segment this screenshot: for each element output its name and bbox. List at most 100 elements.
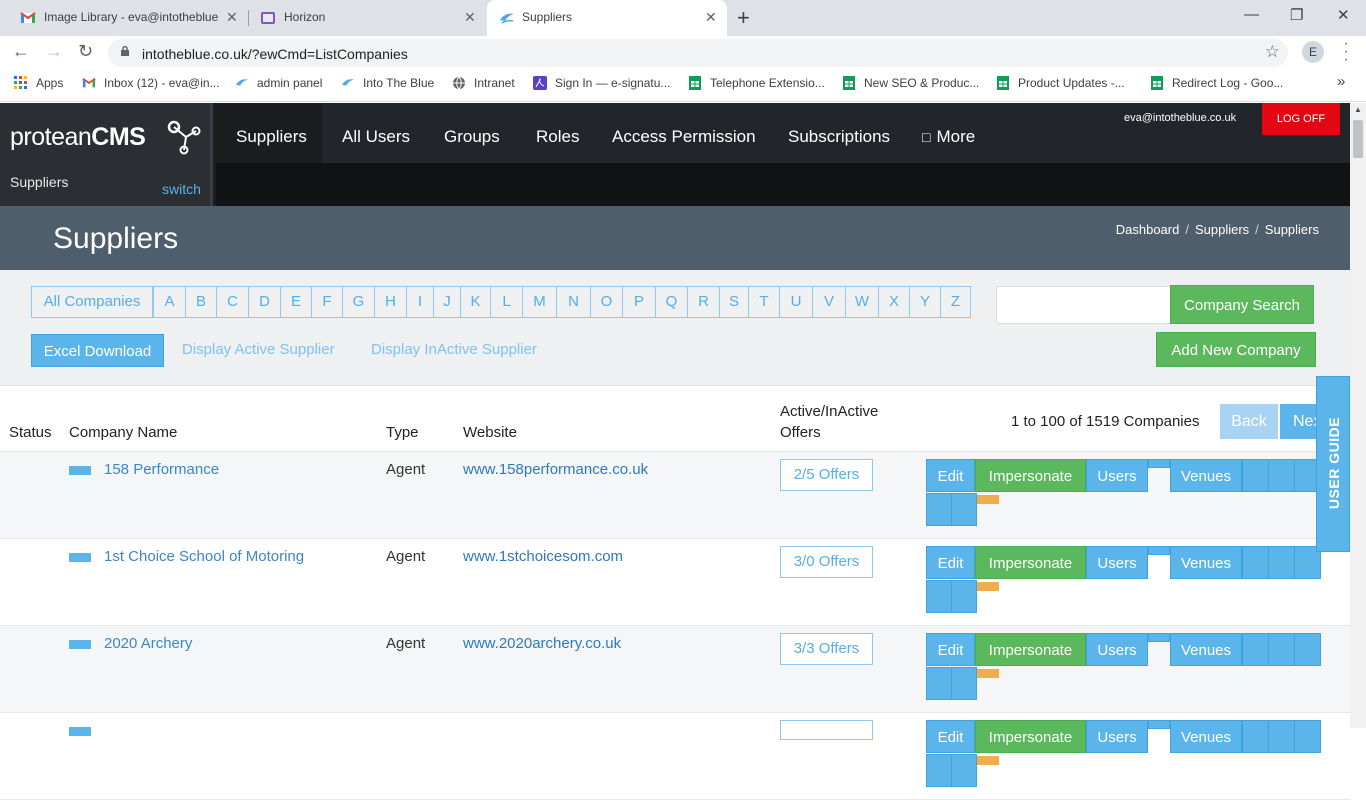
filter-letter-a[interactable]: A (153, 286, 186, 318)
action-button[interactable] (1148, 546, 1170, 555)
impersonate-button[interactable]: Impersonate (975, 546, 1086, 579)
filter-letter-i[interactable]: I (406, 286, 434, 318)
display-active-link[interactable]: Display Active Supplier (182, 341, 335, 358)
action-button[interactable] (1242, 720, 1269, 753)
filter-letter-g[interactable]: G (342, 286, 375, 318)
nav-suppliers[interactable]: Suppliers (216, 103, 322, 163)
company-name-link[interactable]: 158 Performance (104, 461, 219, 478)
bookmark-star-icon[interactable]: ☆ (1265, 42, 1280, 62)
back-button[interactable]: Back (1220, 404, 1278, 439)
filter-letter-b[interactable]: B (185, 286, 217, 318)
offers-button[interactable]: 3/0 Offers (780, 546, 873, 578)
bookmark-telephone[interactable]: Telephone Extensio... (688, 76, 825, 90)
action-button[interactable] (1268, 546, 1295, 579)
filter-letter-l[interactable]: L (490, 286, 523, 318)
bookmark-intranet[interactable]: Intranet (452, 76, 515, 90)
bookmark-new-seo[interactable]: New SEO & Produc... (842, 76, 979, 90)
users-button[interactable]: Users (1086, 546, 1148, 579)
nav-subscriptions[interactable]: Subscriptions (788, 103, 890, 163)
filter-letter-o[interactable]: O (590, 286, 623, 318)
filter-letter-p[interactable]: P (622, 286, 656, 318)
company-website-link[interactable]: www.2020archery.co.uk (463, 635, 621, 652)
tab-suppliers[interactable]: Suppliers ✕ (487, 0, 727, 36)
users-button[interactable]: Users (1086, 720, 1148, 753)
minimize-icon[interactable]: — (1244, 6, 1259, 23)
filter-letter-y[interactable]: Y (909, 286, 941, 318)
action-button[interactable] (1242, 633, 1269, 666)
action-button[interactable] (1268, 633, 1295, 666)
filter-letter-r[interactable]: R (687, 286, 720, 318)
scroll-up-arrow-icon[interactable]: ▲ (1354, 105, 1362, 114)
tab-horizon[interactable]: Horizon ✕ (240, 0, 486, 36)
offers-button[interactable]: 3/3 Offers (780, 633, 873, 665)
excel-download-button[interactable]: Excel Download (31, 334, 164, 367)
impersonate-button[interactable]: Impersonate (975, 459, 1086, 492)
offers-button[interactable]: 2/5 Offers (780, 459, 873, 491)
cms-logo[interactable]: proteanCMS (10, 123, 146, 152)
address-bar[interactable]: intotheblue.co.uk/?ewCmd=ListCompanies ☆ (108, 39, 1288, 67)
filter-letter-q[interactable]: Q (655, 286, 688, 318)
filter-letter-c[interactable]: C (216, 286, 249, 318)
action-button[interactable] (1268, 459, 1295, 492)
nav-roles[interactable]: Roles (536, 103, 579, 163)
nav-more[interactable]: □ More (922, 103, 975, 163)
scrollbar-thumb[interactable] (1353, 120, 1363, 158)
forward-icon[interactable]: → (45, 41, 63, 62)
filter-letter-m[interactable]: M (522, 286, 557, 318)
action-button[interactable] (951, 667, 977, 700)
action-button[interactable] (1294, 633, 1321, 666)
nav-all-users[interactable]: All Users (342, 103, 410, 163)
filter-letter-x[interactable]: X (878, 286, 910, 318)
edit-button[interactable]: Edit (926, 459, 975, 492)
breadcrumb-suppliers[interactable]: Suppliers (1195, 222, 1249, 237)
action-button[interactable] (951, 580, 977, 613)
company-search-input[interactable] (996, 286, 1172, 324)
bookmarks-overflow-icon[interactable]: » (1337, 73, 1345, 90)
venues-button[interactable]: Venues (1170, 546, 1242, 579)
bookmark-into-the-blue[interactable]: Into The Blue (341, 76, 434, 90)
company-website-link[interactable]: www.158performance.co.uk (463, 461, 648, 478)
nav-access-permission[interactable]: Access Permission (612, 103, 756, 163)
tab-image-library[interactable]: Image Library - eva@intotheblue ✕ (0, 0, 248, 36)
filter-letter-s[interactable]: S (719, 286, 749, 318)
company-name-link[interactable]: 1st Choice School of Motoring (104, 548, 304, 565)
edit-button[interactable]: Edit (926, 720, 975, 753)
breadcrumb-dashboard[interactable]: Dashboard (1116, 222, 1180, 237)
filter-letter-j[interactable]: J (433, 286, 461, 318)
filter-letter-u[interactable]: U (779, 286, 813, 318)
action-button[interactable] (926, 667, 952, 700)
company-search-button[interactable]: Company Search (1170, 285, 1314, 324)
restore-icon[interactable]: ❐ (1290, 6, 1303, 24)
switch-link[interactable]: switch (162, 181, 201, 197)
action-button[interactable] (1294, 720, 1321, 753)
profile-avatar[interactable]: E (1302, 41, 1324, 63)
action-button[interactable] (1148, 459, 1170, 468)
browser-menu-icon[interactable]: · · · (1340, 36, 1352, 68)
bookmark-redirect-log[interactable]: Redirect Log - Goo... (1150, 76, 1283, 90)
venues-button[interactable]: Venues (1170, 720, 1242, 753)
filter-letter-h[interactable]: H (374, 286, 407, 318)
bookmark-inbox[interactable]: Inbox (12) - eva@in... (82, 76, 220, 90)
bookmark-admin-panel[interactable]: admin panel (235, 76, 322, 90)
filter-letter-z[interactable]: Z (940, 286, 971, 318)
reload-icon[interactable]: ↻ (78, 41, 93, 62)
filter-letter-w[interactable]: W (845, 286, 879, 318)
action-button[interactable] (951, 754, 977, 787)
action-button[interactable] (926, 493, 952, 526)
venues-button[interactable]: Venues (1170, 459, 1242, 492)
action-button[interactable] (1242, 546, 1269, 579)
users-button[interactable]: Users (1086, 459, 1148, 492)
action-button[interactable] (926, 754, 952, 787)
offers-button[interactable] (780, 720, 873, 740)
filter-letter-t[interactable]: T (748, 286, 780, 318)
nav-groups[interactable]: Groups (444, 103, 500, 163)
filter-letter-v[interactable]: V (812, 286, 846, 318)
log-off-button[interactable]: LOG OFF (1262, 103, 1340, 135)
page-scrollbar[interactable] (1350, 103, 1366, 728)
company-website-link[interactable]: www.1stchoicesom.com (463, 548, 623, 565)
users-button[interactable]: Users (1086, 633, 1148, 666)
edit-button[interactable]: Edit (926, 546, 975, 579)
impersonate-button[interactable]: Impersonate (975, 633, 1086, 666)
company-name-link[interactable]: 2020 Archery (104, 635, 192, 652)
action-button[interactable] (1242, 459, 1269, 492)
